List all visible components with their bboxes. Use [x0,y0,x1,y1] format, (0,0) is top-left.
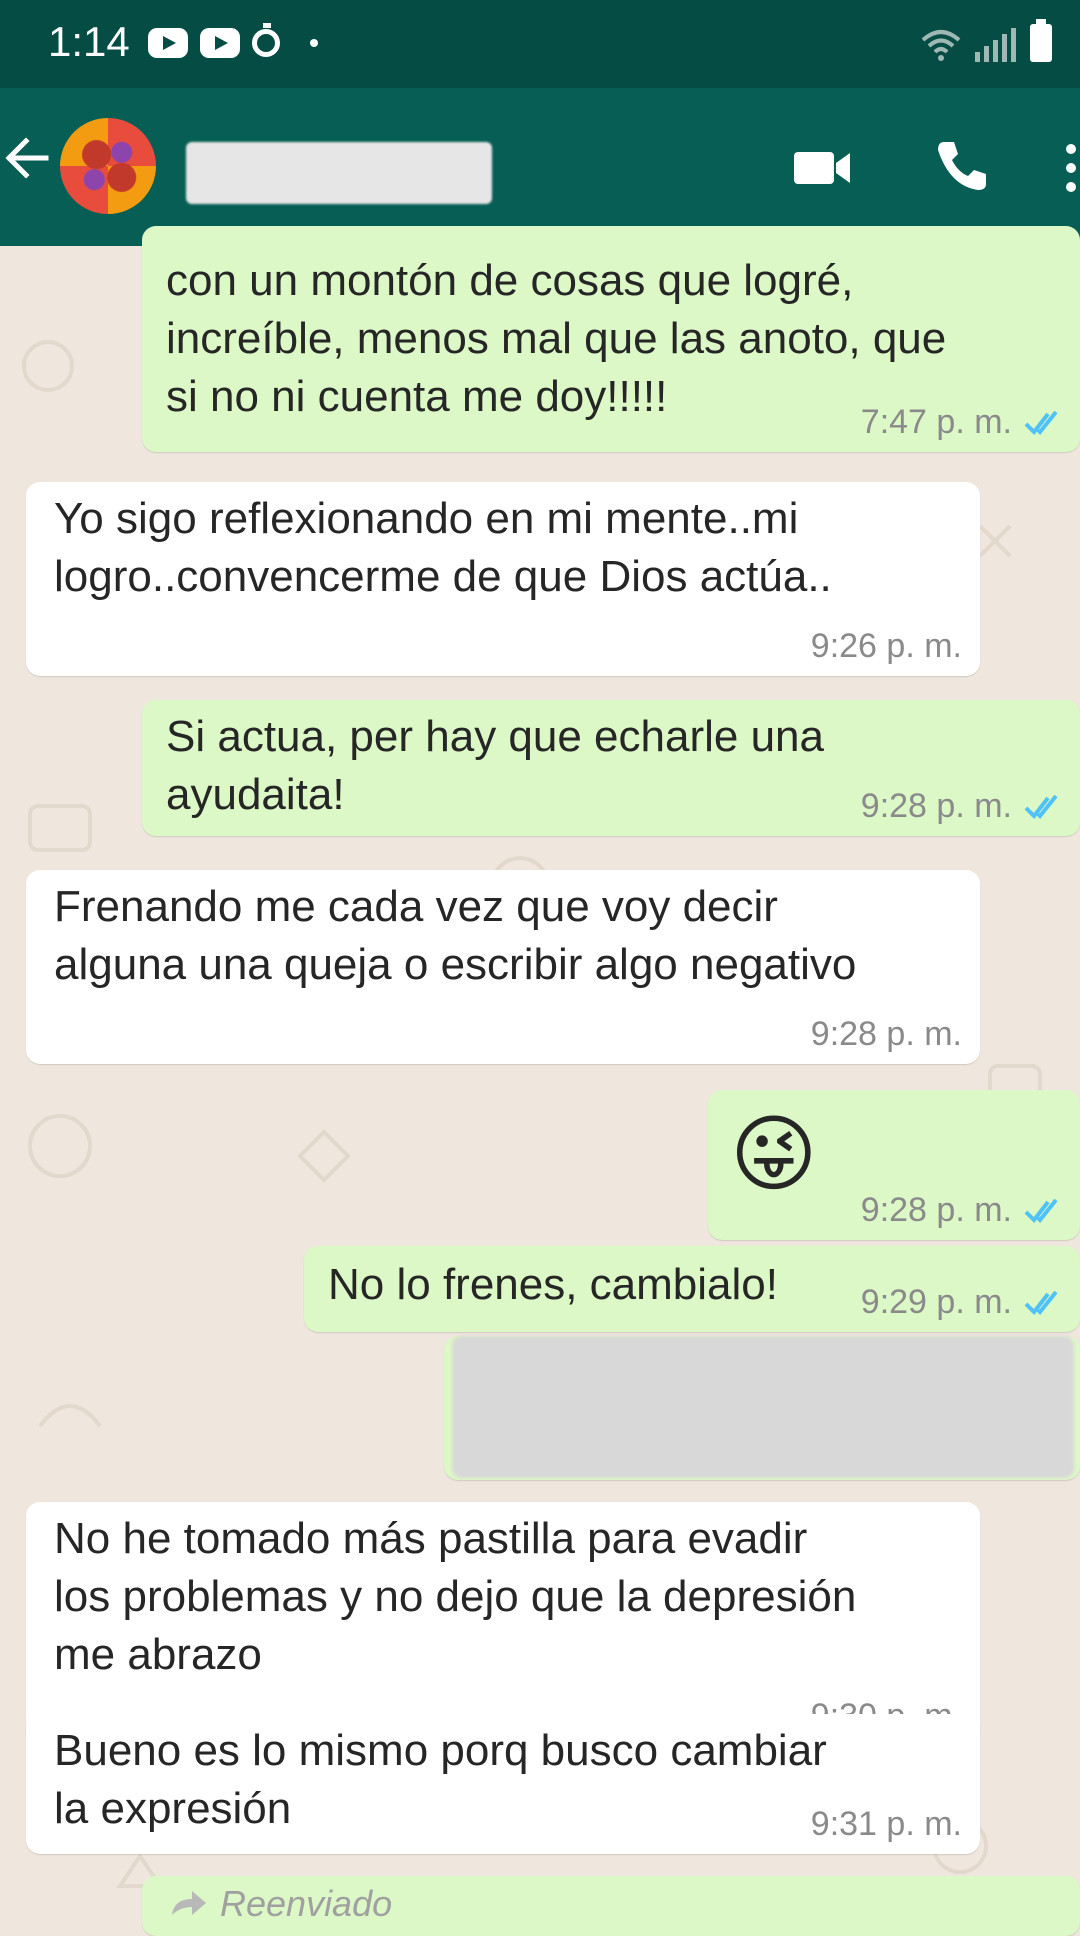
double-check-read-icon [1024,794,1058,820]
wifi-icon [921,30,961,61]
message-time: 9:26 p. m. [810,627,962,665]
message-meta: 9:28 p. m. [861,786,1066,826]
signal-icon [975,28,1016,62]
message-time: 9:28 p. m. [810,1015,962,1053]
double-check-read-icon [1024,1290,1058,1316]
message-time: 7:47 p. m. [860,403,1012,441]
message-bubble-incoming[interactable]: Frenando me cada vez que voy decir algun… [26,870,980,1064]
message-text: Frenando me cada vez que voy decir algun… [54,882,857,989]
phone-call-icon[interactable] [930,136,990,196]
double-check-read-icon [1024,1198,1058,1224]
message-time: 9:28 p. m. [860,787,1012,825]
youtube-notification-icon [148,28,188,58]
status-time: 1:14 [48,18,130,65]
message-meta: 9:31 p. m. [811,1804,962,1844]
message-bubble-incoming[interactable]: Yo sigo reflexionando en mi mente..mi lo… [26,482,980,676]
message-meta: 9:28 p. m. [811,1014,962,1054]
message-text: Bueno es lo mismo porq busco cambiar la … [54,1726,827,1833]
youtube-notification-icon [200,28,240,58]
message-meta: 9:26 p. m. [811,626,962,666]
message-time: 9:29 p. m. [860,1283,1012,1321]
message-time: 9:28 p. m. [860,1191,1012,1229]
message-text: No he tomado más pastilla para evadir lo… [54,1514,857,1679]
more-options-icon[interactable] [1062,143,1080,193]
message-meta: 9:29 p. m. [861,1282,1066,1322]
message-bubble-incoming[interactable]: No he tomado más pastilla para evadir lo… [26,1502,980,1746]
chat-message-list[interactable]: con un montón de cosas que logré, increí… [0,226,1080,1936]
back-arrow-icon[interactable] [0,128,56,188]
status-notification-icons [148,23,318,58]
video-call-icon[interactable] [790,138,854,198]
message-bubble-outgoing-emoji[interactable]: 😜 9:28 p. m. [708,1090,1080,1240]
message-bubble-outgoing-forwarded[interactable]: Reenviado [142,1876,1080,1936]
redacted-content [452,1336,1074,1478]
forward-arrow-icon [172,1891,206,1915]
message-time: 9:31 p. m. [810,1805,962,1843]
message-bubble-outgoing[interactable]: No lo frenes, cambialo! 9:29 p. m. [304,1246,1080,1332]
message-bubble-incoming[interactable]: Bueno es lo mismo porq busco cambiar la … [26,1714,980,1854]
emoji-message: 😜 [730,1107,818,1201]
contact-avatar[interactable] [60,118,156,214]
message-text: Yo sigo reflexionando en mi mente..mi lo… [54,494,832,601]
status-system-icons [921,19,1052,62]
message-bubble-outgoing[interactable]: Si actua, per hay que echarle una ayudai… [142,700,1080,836]
message-meta: 9:28 p. m. [861,1190,1066,1230]
message-meta: 7:47 p. m. [861,402,1066,442]
message-bubble-outgoing[interactable]: con un montón de cosas que logré, increí… [142,226,1080,452]
forwarded-row: Reenviado [168,1882,392,1926]
double-check-read-icon [1024,410,1058,436]
forwarded-label: Reenviado [220,1883,393,1924]
chat-header [0,88,1080,246]
more-notifications-dot-icon [310,39,318,47]
message-text: con un montón de cosas que logré, increí… [166,256,947,421]
battery-icon [1030,19,1052,62]
contact-name[interactable] [186,142,492,204]
message-text: Si actua, per hay que echarle una ayudai… [166,712,825,819]
status-bar: 1:14 [0,0,1080,88]
timer-icon [252,23,280,57]
message-text: No lo frenes, cambialo! [328,1260,778,1309]
